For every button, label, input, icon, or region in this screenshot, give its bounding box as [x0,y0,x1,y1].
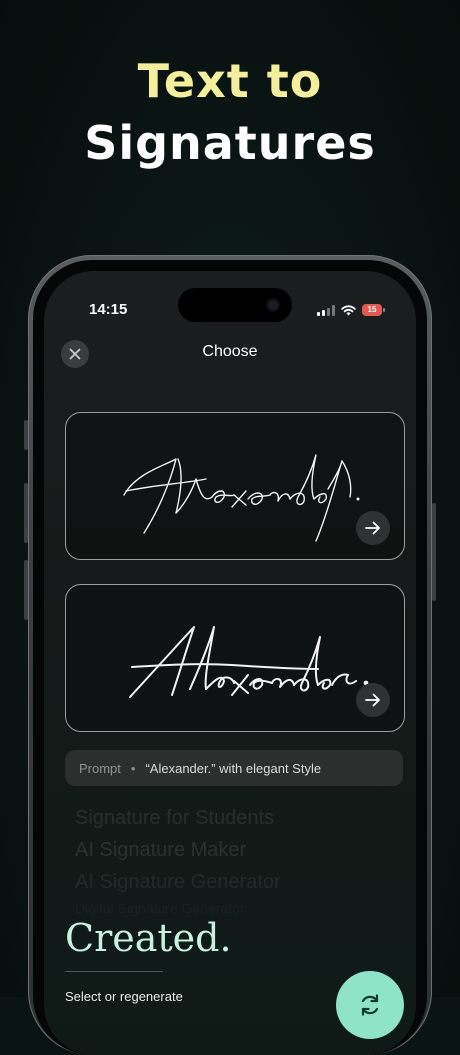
prompt-text: “Alexander.” with elegant Style [145,760,322,776]
volume-up-button [24,483,28,543]
arrow-right-button[interactable] [356,511,390,545]
keyword-item: AI Signature Generator [75,871,281,893]
phone-screen: 14:15 15 Choose Prompt • “Alexander.” wi… [44,271,416,1055]
signature-card[interactable] [65,412,405,560]
arrow-right-icon [365,521,380,535]
prompt-bar[interactable]: Prompt • “Alexander.” with elegant Style [65,750,403,786]
camera-icon [266,298,280,312]
action-button [24,420,28,450]
prompt-separator: • [130,760,136,776]
keyword-item: AI Signature Maker [75,839,247,861]
phone-frame: 14:15 15 Choose Prompt • “Alexander.” wi… [24,255,436,1055]
regenerate-icon [361,994,379,1016]
created-heading: Created. [65,916,232,960]
keyword-item: Digital Signature Generator [75,898,281,918]
battery-indicator: 15 [362,304,385,316]
status-time: 14:15 [89,301,128,318]
regenerate-button[interactable] [336,971,404,1039]
wifi-icon [341,304,356,315]
signature-card[interactable] [65,584,405,732]
prompt-label: Prompt [79,760,121,776]
keyword-item: Signature for Students [75,807,275,829]
signature-image [129,626,369,698]
page-title: Choose [202,343,258,360]
status-icons: 15 [317,304,385,316]
dynamic-island [178,288,292,322]
arrow-right-icon [365,693,380,707]
power-button [432,503,436,601]
phone-bezel: 14:15 15 Choose Prompt • “Alexander.” wi… [33,260,427,1055]
headline-main: Signatures [84,116,376,170]
divider [65,971,163,972]
arrow-right-button[interactable] [356,683,390,717]
headline-accent: Text to [137,54,323,108]
signature-image [123,454,360,542]
headline: Text to Signatures [0,50,460,174]
volume-down-button [24,560,28,620]
background-keyword-list: Signature for Students AI Signature Make… [75,802,281,918]
signal-icon [317,304,335,316]
